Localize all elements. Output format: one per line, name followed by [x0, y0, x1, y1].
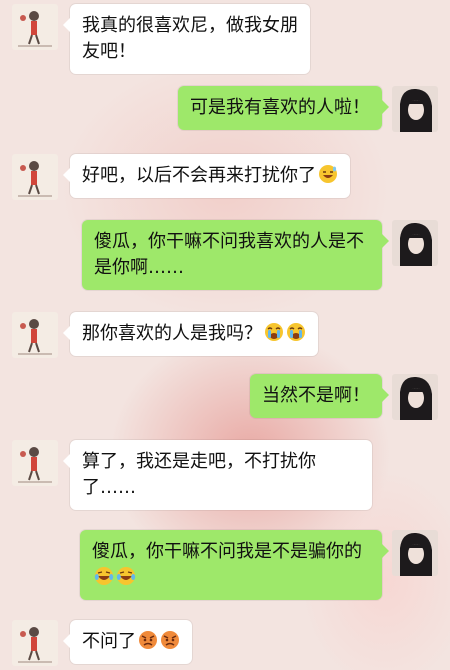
user-avatar[interactable] [392, 220, 438, 266]
message-bubble-outgoing[interactable]: 傻瓜，你干嘛不问我喜欢的人是不是你啊…… [82, 220, 389, 290]
message-text: 我真的很喜欢尼，做我女朋友吧！ [82, 15, 298, 62]
crying-face-emoji [265, 323, 283, 341]
message-text: 可是我有喜欢的人啦！ [190, 97, 370, 118]
message-bubble-incoming[interactable]: 算了，我还是走吧，不打扰你了…… [63, 440, 372, 510]
message-bubble-incoming[interactable]: 我真的很喜欢尼，做我女朋友吧！ [63, 4, 310, 74]
message-text: 那你喜欢的人是我吗？ [82, 323, 262, 344]
user-avatar[interactable] [392, 86, 438, 132]
message-bubble-outgoing[interactable]: 可是我有喜欢的人啦！ [178, 86, 389, 130]
grinning-sweat-emoji [319, 165, 337, 183]
laughing-tears-emoji [116, 567, 136, 585]
contact-avatar[interactable] [12, 440, 58, 486]
contact-avatar[interactable] [12, 154, 58, 200]
message-bubble-outgoing[interactable]: 傻瓜，你干嘛不问我是不是骗你的 [80, 530, 389, 600]
laughing-tears-emoji [94, 567, 114, 585]
contact-avatar[interactable] [12, 312, 58, 358]
message-text: 算了，我还是走吧，不打扰你了…… [82, 451, 316, 498]
message-bubble-incoming[interactable]: 好吧，以后不会再来打扰你了 [63, 154, 350, 198]
message-text: 傻瓜，你干嘛不问我是不是骗你的 [92, 541, 362, 562]
message-text: 傻瓜，你干嘛不问我喜欢的人是不是你啊…… [94, 231, 364, 278]
message-text: 好吧，以后不会再来打扰你了 [82, 165, 316, 186]
message-bubble-incoming[interactable]: 不问了 [63, 620, 192, 664]
angry-face-emoji [139, 631, 157, 649]
message-text: 当然不是啊！ [262, 385, 370, 406]
message-bubble-incoming[interactable]: 那你喜欢的人是我吗？ [63, 312, 318, 356]
user-avatar[interactable] [392, 530, 438, 576]
user-avatar[interactable] [392, 374, 438, 420]
angry-face-emoji [161, 631, 179, 649]
message-bubble-outgoing[interactable]: 当然不是啊！ [250, 374, 389, 418]
message-text: 不问了 [82, 631, 136, 652]
crying-face-emoji [287, 323, 305, 341]
contact-avatar[interactable] [12, 4, 58, 50]
contact-avatar[interactable] [12, 620, 58, 666]
